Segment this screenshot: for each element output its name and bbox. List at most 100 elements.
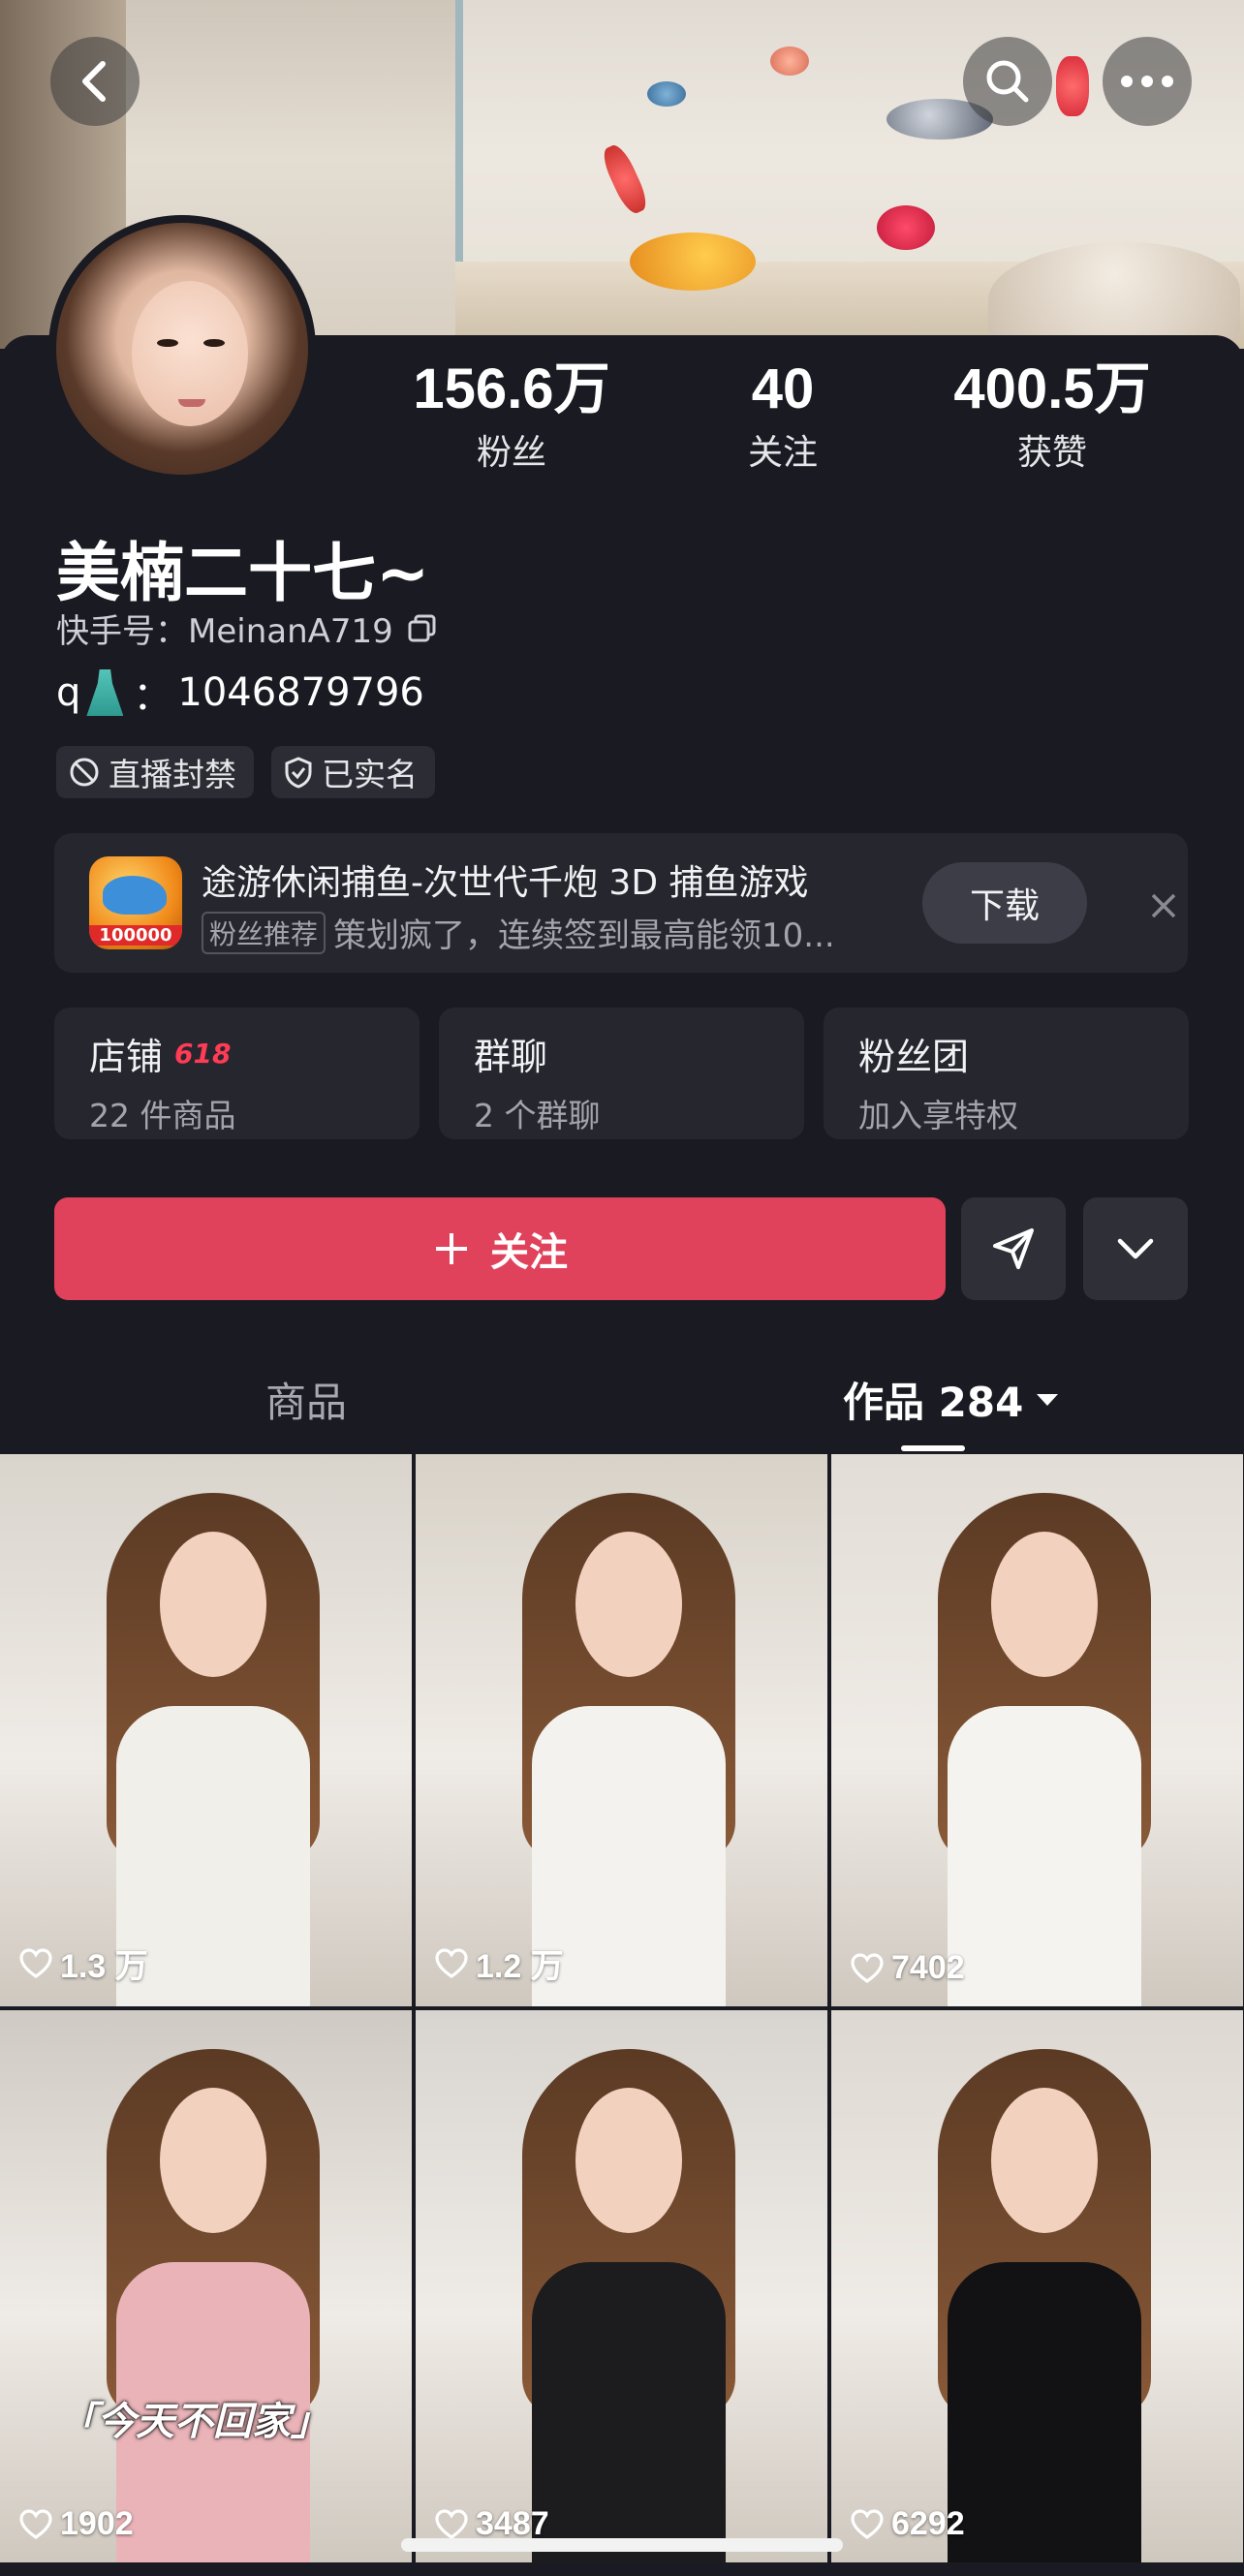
fish	[1056, 56, 1089, 116]
stat-label: 获赞	[1016, 433, 1087, 473]
profile-tags: 直播封禁 已实名	[56, 746, 435, 798]
tag-verified[interactable]: 已实名	[271, 746, 435, 798]
work-thumbnail[interactable]: 7402	[831, 1454, 1243, 2006]
copy-icon[interactable]	[407, 613, 438, 644]
stat-value: 400.5万	[953, 357, 1151, 420]
card-subtitle: 22 件商品	[89, 1097, 236, 1134]
profile-uid: 快手号：MeinanA719	[56, 605, 438, 652]
follow-button[interactable]: 关注	[54, 1197, 946, 1300]
person-face	[160, 1532, 266, 1677]
works-grid: 1.3 万 1.2 万 7402 「今天不回家」 1902 3487 6292	[0, 1454, 1244, 2562]
ad-icon-badge: 100000	[89, 925, 182, 946]
likes-count: 1902	[19, 2505, 134, 2543]
card-title-row: 店铺 618	[89, 1027, 385, 1080]
tab-underline	[901, 1445, 965, 1451]
heart-icon	[19, 2508, 52, 2539]
shark-icon	[103, 876, 167, 915]
bio-prefix: q	[56, 670, 81, 715]
fish	[770, 47, 809, 76]
share-button[interactable]	[961, 1197, 1066, 1300]
ad-download-button[interactable]: 下载	[922, 862, 1087, 944]
likes-count: 6292	[851, 2505, 965, 2543]
stat-value: 156.6万	[413, 357, 610, 420]
person-face	[991, 2088, 1098, 2233]
dress-emoji-icon	[86, 669, 124, 716]
work-thumbnail[interactable]: 1.3 万	[0, 1454, 412, 2006]
work-thumbnail[interactable]: 1.2 万	[416, 1454, 827, 2006]
bio-number: 1046879796	[177, 670, 424, 715]
follow-label: 关注	[490, 1230, 568, 1275]
more-button[interactable]	[1103, 37, 1192, 126]
likes-value: 7402	[891, 1949, 965, 1986]
person-figure	[522, 2049, 735, 2562]
heart-icon	[435, 1947, 468, 1978]
content-tabs: 商品 作品 284	[0, 1356, 1244, 1453]
search-button[interactable]	[963, 37, 1052, 126]
card-store[interactable]: 店铺 618 22 件商品	[54, 1008, 420, 1139]
work-thumbnail[interactable]: 3487	[416, 2010, 827, 2562]
work-thumbnail[interactable]: 「今天不回家」 1902	[0, 2010, 412, 2562]
person-face	[160, 2088, 266, 2233]
person-outfit	[948, 1706, 1141, 2006]
likes-value: 6292	[891, 2505, 965, 2542]
likes-value: 1902	[60, 2505, 134, 2542]
profile-bio: q ： 1046879796	[56, 665, 424, 721]
bio-separator: ：	[133, 674, 172, 719]
tag-live-banned[interactable]: 直播封禁	[56, 746, 254, 798]
card-title-row: 粉丝团	[858, 1027, 1154, 1080]
work-thumbnail[interactable]: 6292	[831, 2010, 1243, 2562]
stat-likes[interactable]: 400.5万 获赞	[926, 360, 1178, 475]
person-figure	[107, 1493, 320, 2006]
tab-goods[interactable]: 商品	[265, 1370, 347, 1429]
tag-label: 直播封禁	[109, 756, 236, 793]
send-icon	[993, 1228, 1034, 1269]
chevron-left-icon	[82, 61, 106, 102]
ad-banner[interactable]: 100000 途游休闲捕鱼-次世代千炮 3D 捕鱼游戏 粉丝推荐 策划疯了，连续…	[54, 833, 1188, 973]
tab-works-label: 作品 284	[843, 1379, 1024, 1426]
likes-count: 7402	[851, 1949, 965, 1987]
ad-pill: 粉丝推荐	[202, 911, 327, 954]
fish	[647, 81, 686, 107]
likes-value: 1.2 万	[476, 1948, 564, 1985]
stat-value: 40	[751, 357, 815, 420]
sale-badge: 618	[174, 1038, 232, 1070]
ad-app-icon: 100000	[89, 856, 182, 949]
back-button[interactable]	[50, 37, 140, 126]
ad-subtitle-row: 粉丝推荐 策划疯了，连续签到最高能领10...	[202, 909, 948, 956]
heart-icon	[851, 1952, 884, 1983]
search-icon	[986, 60, 1029, 103]
profile-name: 美楠二十七~	[56, 536, 430, 610]
avatar-eye	[203, 339, 225, 347]
likes-count: 1.3 万	[19, 1940, 148, 1987]
person-outfit	[948, 2262, 1141, 2562]
person-figure	[938, 2049, 1151, 2562]
card-title: 粉丝团	[858, 1036, 970, 1078]
fish	[630, 233, 756, 291]
chevron-down-icon	[1117, 1238, 1154, 1259]
tab-works[interactable]: 作品 284	[843, 1370, 1060, 1429]
likes-value: 1.3 万	[60, 1948, 148, 1985]
person-figure	[938, 1493, 1151, 2006]
heart-icon	[435, 2508, 468, 2539]
stat-following[interactable]: 40 关注	[657, 360, 909, 475]
card-group-chat[interactable]: 群聊 2 个群聊	[439, 1008, 804, 1139]
uid-text: 快手号：MeinanA719	[56, 612, 393, 651]
close-icon[interactable]	[1149, 891, 1178, 920]
ban-icon	[70, 758, 99, 787]
profile-stats: 156.6万 粉丝 40 关注 400.5万 获赞	[0, 360, 1244, 477]
more-actions-button[interactable]	[1083, 1197, 1188, 1300]
stat-label: 关注	[747, 433, 818, 473]
person-face	[991, 1532, 1098, 1677]
ad-title: 途游休闲捕鱼-次世代千炮 3D 捕鱼游戏	[202, 863, 809, 903]
avatar-eye	[157, 339, 178, 347]
stat-followers[interactable]: 156.6万 粉丝	[386, 360, 638, 475]
card-fan-club[interactable]: 粉丝团 加入享特权	[824, 1008, 1189, 1139]
person-face	[575, 1532, 682, 1677]
profile-cards: 店铺 618 22 件商品 群聊 2 个群聊 粉丝团 加入享特权	[54, 1008, 1189, 1139]
card-subtitle: 2 个群聊	[474, 1097, 601, 1134]
thumbnail-caption: 「今天不回家」	[58, 2400, 329, 2444]
card-title: 群聊	[474, 1036, 548, 1078]
person-outfit	[532, 2262, 726, 2562]
card-subtitle: 加入享特权	[858, 1097, 1018, 1134]
home-indicator	[401, 2538, 843, 2552]
